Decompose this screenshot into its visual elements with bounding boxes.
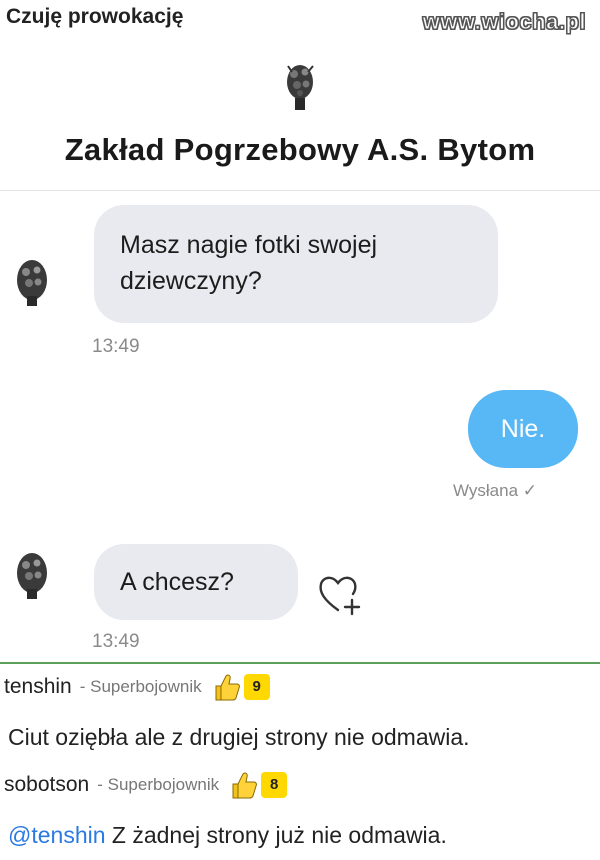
comment-rank: - Superbojownik [79, 677, 202, 696]
comment-text-rest: Z żadnej strony już nie odmawia. [105, 822, 447, 848]
comment-header: sobotson - Superbojownik 8 [4, 770, 288, 800]
post-title[interactable]: Czuję prowokację [6, 5, 183, 29]
message-bubble-outgoing[interactable]: Nie. [468, 390, 578, 468]
comment-mention[interactable]: @tenshin [8, 822, 106, 848]
vote-count-badge: 8 [261, 772, 288, 798]
comment-text: @tenshin Z żadnej strony już nie odmawia… [8, 822, 447, 849]
comment-username[interactable]: sobotson [4, 773, 89, 797]
wreath-avatar-icon[interactable] [2, 252, 62, 312]
message-bubble-incoming[interactable]: A chcesz? [94, 544, 298, 620]
heart-plus-icon[interactable] [316, 572, 364, 616]
vote-count-badge: 9 [243, 674, 270, 700]
message-text-line2: dziewczyny? [120, 267, 262, 295]
wreath-logo-icon [287, 65, 314, 110]
site-watermark: www.wiocha.pl [422, 9, 586, 35]
wreath-avatar-icon[interactable] [2, 545, 62, 605]
thumbs-up-icon[interactable] [212, 672, 240, 702]
comment-rank: - Superbojownik [97, 775, 220, 794]
comment-text: Ciut oziębła ale z drugiej strony nie od… [8, 724, 470, 750]
page-name: Zakład Pogrzebowy A.S. Bytom [64, 132, 536, 167]
thumbs-up-icon[interactable] [229, 770, 258, 800]
message-time: 13:49 [92, 336, 140, 357]
comment-username[interactable]: tenshin [4, 675, 72, 699]
message-status: Wysłana ✓ [453, 481, 538, 500]
chat-screenshot: Zakład Pogrzebowy A.S. Bytom Masz nagie … [0, 40, 600, 662]
comment-header: tenshin - Superbojownik 9 [4, 672, 270, 702]
post-header: Czuję prowokację www.wiocha.pl [0, 0, 600, 40]
divider [0, 190, 600, 191]
message-time: 13:49 [92, 631, 140, 652]
comments-section: tenshin - Superbojownik 9 Ciut oziębła a… [0, 662, 600, 860]
message-text-line1: Masz nagie fotki swojej [120, 231, 378, 259]
message-bubble-incoming[interactable]: Masz nagie fotki swojej dziewczyny? [94, 205, 498, 323]
